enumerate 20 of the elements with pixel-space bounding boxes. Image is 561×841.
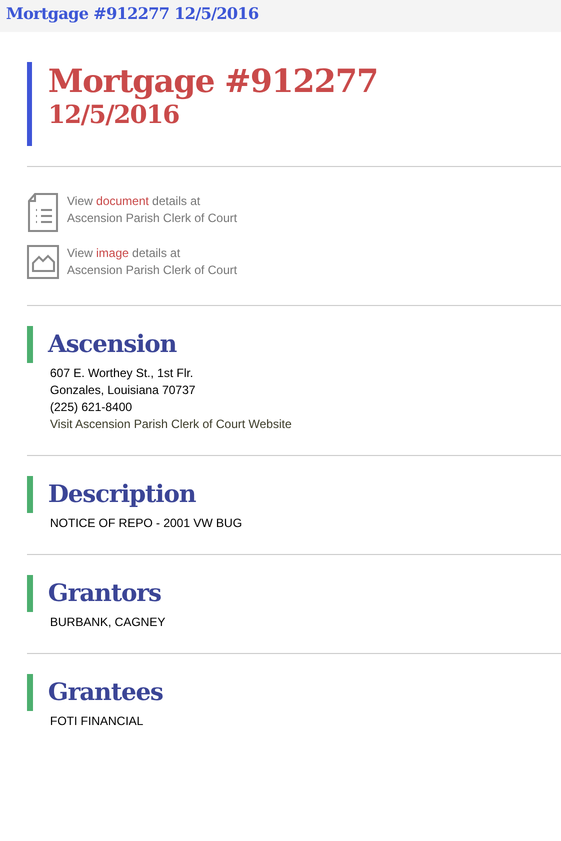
section-text: FOTI FINANCIAL [50, 713, 144, 730]
view-details-text: View document details at Ascension Parish Clerk of Court [67, 193, 238, 227]
section-heading: Grantees [48, 677, 163, 706]
section-text: BURBANK, CAGNEY [50, 614, 166, 631]
section-text: (225) 621-8400 [50, 399, 134, 416]
section-text: NOTICE OF REPO - 2001 VW BUG [50, 515, 244, 532]
section-text: Gonzales, Louisiana 70737 [50, 382, 196, 399]
section-heading: Ascension [48, 329, 176, 358]
record-title: Mortgage #912277 [48, 62, 379, 100]
image-icon [27, 245, 59, 279]
section-heading: Description [48, 479, 196, 508]
document-link[interactable]: document [96, 194, 149, 208]
page-title: Mortgage #912277 12/5/2016 [6, 4, 258, 23]
website-link[interactable]: Visit Ascension Parish Clerk of Court Website [50, 416, 561, 433]
section-text: 607 E. Worthey St., 1st Flr. [50, 365, 194, 382]
image-link[interactable]: image [96, 246, 129, 260]
record-date: 12/5/2016 [48, 100, 180, 130]
section-heading: Grantors [48, 578, 161, 607]
view-details-text: View image details at Ascension Parish Clerk of Court [67, 245, 238, 279]
document-icon [27, 193, 59, 233]
